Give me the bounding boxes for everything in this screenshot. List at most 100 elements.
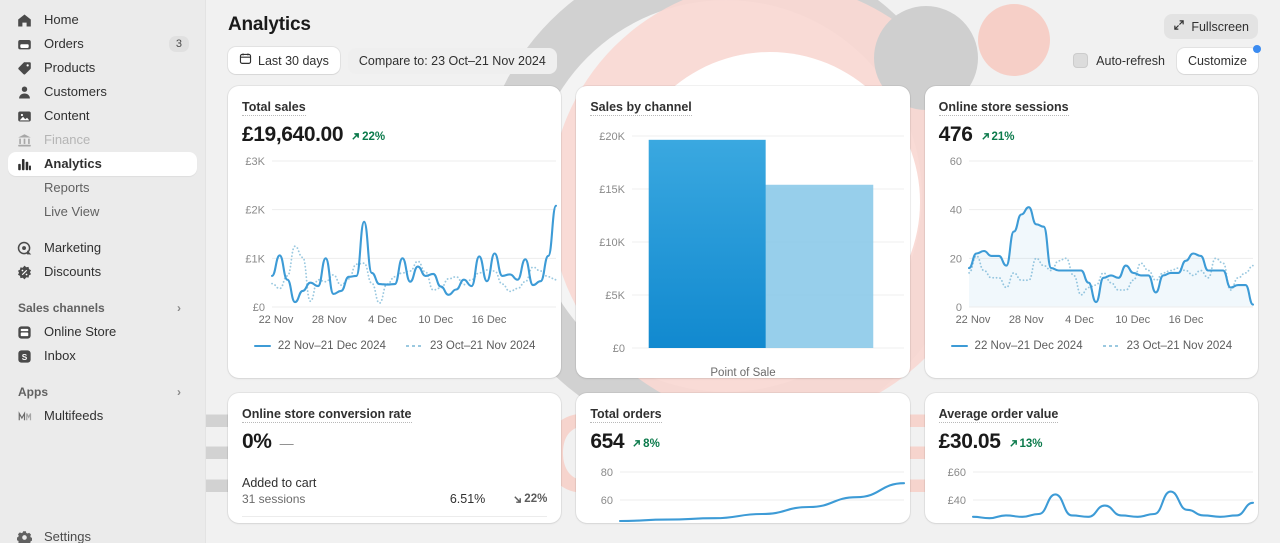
legend-swatch-solid [253, 345, 271, 347]
svg-text:80: 80 [601, 467, 613, 479]
svg-text:60: 60 [601, 495, 613, 507]
finance-icon [16, 132, 33, 149]
sidebar-item-products[interactable]: Products [8, 56, 197, 80]
card-title: Total orders [590, 407, 662, 423]
breakdown-sublabel: 31 sessions [242, 492, 306, 506]
sidebar-item-reports[interactable]: Reports [8, 176, 197, 200]
main-area: ECOM OXYGEN Analytics Fullscreen [206, 0, 1280, 543]
card-title: Online store sessions [938, 100, 1069, 116]
sidebar-item-finance[interactable]: Finance [8, 128, 197, 152]
delta-value: 21% [991, 130, 1015, 143]
sidebar-item-inbox[interactable]: S Inbox [8, 344, 197, 368]
sidebar-item-orders[interactable]: Orders 3 [8, 32, 197, 56]
content: Analytics Fullscreen Last 30 days Compar… [206, 0, 1280, 543]
fullscreen-button[interactable]: Fullscreen [1164, 14, 1258, 39]
metric-row: 0% — [242, 430, 547, 454]
calendar-icon [239, 52, 252, 69]
legend-label: 22 Nov–21 Dec 2024 [974, 340, 1083, 352]
analytics-dashboard: Home Orders 3 Products Customers Content… [0, 0, 1280, 543]
arrow-up-icon [352, 133, 360, 140]
delta-badge: 13% [1009, 438, 1043, 450]
sidebar-item-label: Online Store [44, 324, 117, 339]
sidebar-item-label: Discounts [44, 264, 102, 279]
sidebar-item-label: Marketing [44, 240, 102, 255]
discounts-icon [16, 264, 33, 281]
customize-button[interactable]: Customize [1176, 47, 1258, 74]
delta-value: 22% [362, 130, 386, 143]
auto-refresh-toggle[interactable]: Auto-refresh [1073, 53, 1165, 68]
legend-label: 23 Oct–21 Nov 2024 [1126, 340, 1233, 352]
sales-channels-section-header[interactable]: Sales channels › [8, 296, 197, 320]
online-store-icon [16, 324, 33, 341]
sidebar-item-discounts[interactable]: Discounts [8, 260, 197, 284]
svg-text:S: S [22, 352, 28, 361]
sidebar-item-analytics[interactable]: Analytics [8, 152, 197, 176]
orders-icon [16, 36, 33, 53]
compare-button[interactable]: Compare to: 23 Oct–21 Nov 2024 [347, 47, 557, 74]
svg-text:20: 20 [949, 253, 961, 265]
breakdown-row: Added to cart 31 sessions 6.51% 22% [242, 476, 547, 506]
toolbar-left: Last 30 days Compare to: 23 Oct–21 Nov 2… [228, 47, 557, 74]
toolbar-right: Auto-refresh Customize [1073, 44, 1261, 74]
sidebar-item-label: Settings [44, 529, 91, 543]
compare-label: Compare to: 23 Oct–21 Nov 2024 [358, 53, 546, 68]
sidebar-item-label: Live View [44, 204, 100, 219]
fullscreen-label: Fullscreen [1191, 19, 1249, 34]
marketing-icon [16, 240, 33, 257]
notification-dot-icon [1253, 44, 1261, 53]
toolbar: Last 30 days Compare to: 23 Oct–21 Nov 2… [222, 39, 1264, 74]
auto-refresh-checkbox[interactable] [1073, 53, 1089, 68]
sidebar-item-content[interactable]: Content [8, 104, 197, 128]
legend-label: 22 Nov–21 Dec 2024 [277, 340, 386, 352]
legend-label: 23 Oct–21 Nov 2024 [429, 340, 536, 352]
metric-value: 0% [242, 430, 272, 453]
svg-text:£2K: £2K [245, 205, 265, 217]
delta-value: 13% [1019, 437, 1043, 450]
sidebar-item-marketing[interactable]: Marketing [8, 236, 197, 260]
svg-text:40: 40 [949, 205, 961, 217]
metric-value: £19,640.00 [242, 123, 344, 146]
card-average-order-value[interactable]: Average order value £30.05 13% £60 £40 [924, 393, 1258, 523]
sales-by-channel-chart: £20K £15K £10K £5K £0 [590, 128, 905, 361]
delta-badge: — [279, 435, 294, 451]
expand-icon [1173, 19, 1185, 34]
sidebar-item-label: Analytics [44, 156, 102, 171]
date-range-button[interactable]: Last 30 days [228, 47, 340, 74]
svg-text:£0: £0 [253, 302, 265, 314]
svg-text:£3K: £3K [245, 156, 265, 168]
sidebar-item-settings[interactable]: Settings [8, 525, 197, 543]
sidebar-item-live-view[interactable]: Live View [8, 200, 197, 224]
delta-badge: 22% [351, 131, 385, 143]
chart-legend: 22 Nov–21 Dec 2024 23 Oct–21 Nov 2024 [242, 340, 547, 352]
sidebar-item-multifeeds[interactable]: Multifeeds [8, 404, 197, 428]
card-sales-by-channel[interactable]: Sales by channel £20K £15K £10K £5K £0 Point… [576, 86, 910, 378]
svg-text:£0: £0 [613, 343, 625, 355]
apps-label: Apps [18, 385, 48, 399]
svg-text:4 Dec: 4 Dec [1065, 314, 1094, 326]
svg-text:£60: £60 [947, 467, 965, 479]
metric-value: 654 [590, 430, 625, 453]
card-total-orders[interactable]: Total orders 654 8% 80 60 [576, 393, 910, 523]
sidebar-item-label: Customers [44, 84, 107, 99]
chevron-right-icon: › [177, 385, 181, 399]
breakdown-delta-value: 22% [524, 493, 548, 505]
sidebar-item-home[interactable]: Home [8, 8, 197, 32]
card-online-store-sessions[interactable]: Online store sessions 476 21% 60 40 20 0 22 … [924, 86, 1258, 378]
customize-label: Customize [1187, 53, 1247, 68]
svg-text:£10K: £10K [600, 237, 626, 249]
breakdown-label-group: Added to cart 31 sessions [242, 476, 316, 506]
legend-item-compare: 23 Oct–21 Nov 2024 [405, 340, 536, 352]
sidebar-item-online-store[interactable]: Online Store [8, 320, 197, 344]
breakdown-values: 6.51% 22% [450, 492, 547, 506]
metric-row: 476 21% [939, 123, 1244, 147]
metric-value: £30.05 [938, 430, 1001, 453]
card-online-store-conversion-rate[interactable]: Online store conversion rate 0% — Added … [228, 393, 562, 523]
sidebar-item-label: Inbox [44, 348, 76, 363]
card-total-sales[interactable]: Total sales £19,640.00 22% £3K £2K £1K £0 22… [228, 86, 562, 378]
svg-text:10 Dec: 10 Dec [418, 314, 453, 326]
sidebar-item-customers[interactable]: Customers [8, 80, 197, 104]
analytics-icon [16, 156, 33, 173]
card-title: Total sales [242, 100, 306, 116]
apps-section-header[interactable]: Apps › [8, 380, 197, 404]
nav-divider-gap-2 [0, 284, 205, 296]
